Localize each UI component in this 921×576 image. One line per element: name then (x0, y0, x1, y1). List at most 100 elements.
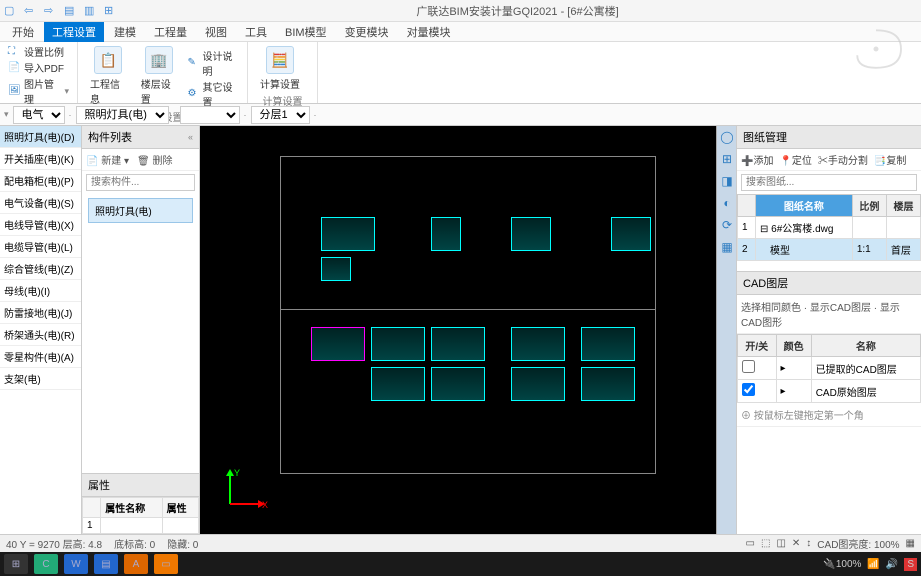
tool-icon[interactable]: ◨ (719, 174, 735, 190)
locate-button[interactable]: 📍定位 (779, 152, 811, 167)
table-row[interactable]: 2模型1:1首层 (738, 239, 921, 261)
status-icon[interactable]: ▦ (906, 538, 915, 549)
ribbon-btn[interactable]: ⚙其它设置 (188, 79, 239, 109)
status-bar: 40 Y = 9270 层高: 4.8 底标高: 0 隐藏: 0 ▭ ⬚ ◫ ✕… (0, 534, 921, 552)
panel-header: 构件列表« (82, 126, 199, 149)
menu-tab[interactable]: 视图 (197, 22, 235, 42)
cad-hint: 选择相同颜色 · 显示CAD图层 · 显示CAD图形 (737, 295, 921, 334)
svg-text:X: X (262, 500, 268, 510)
split-button[interactable]: ✂手动分割 (818, 152, 868, 167)
tree-item[interactable]: 零星构件(电)(A) (0, 346, 81, 368)
taskbar-app[interactable]: ▤ (94, 554, 118, 574)
chevron-icon[interactable]: ▾ (4, 109, 9, 120)
category-select[interactable]: 电气 (13, 106, 65, 124)
collapse-icon[interactable]: « (188, 132, 193, 142)
cad-layers-table: 开/关颜色名称 ▸已提取的CAD图层 ▸CAD原始图层 (737, 334, 921, 403)
status-icon[interactable]: ◫ (776, 538, 785, 549)
drawing-manager-panel: 图纸管理 ➕添加 📍定位 ✂手动分割 📑复制 图纸名称比例楼层 1⊟ 6#公寓楼… (736, 126, 921, 534)
drawing-canvas[interactable]: YX (200, 126, 716, 534)
taskbar-app[interactable]: ⊞ (4, 554, 28, 574)
menu-tab[interactable]: 建模 (106, 22, 144, 42)
taskbar-app[interactable]: W (64, 554, 88, 574)
battery-indicator[interactable]: 🔌100% (823, 559, 861, 570)
selector-bar: ▾ 电气 · 照明灯具(电) · · 分层1 · (0, 104, 921, 126)
qat-icon[interactable]: ⇦ (24, 4, 38, 18)
drawing-frame (280, 156, 656, 474)
qat-icon[interactable]: ⇨ (44, 4, 58, 18)
layer-checkbox[interactable] (742, 383, 755, 396)
new-button[interactable]: 📄 新建 ▾ (86, 152, 129, 167)
tree-item[interactable]: 开关插座(电)(K) (0, 148, 81, 170)
main-area: 照明灯具(电)(D) 开关插座(电)(K) 配电箱柜(电)(P) 电气设备(电)… (0, 126, 921, 534)
menu-tab[interactable]: BIM模型 (277, 22, 335, 42)
table-row[interactable]: ▸CAD原始图层 (738, 380, 921, 403)
window-title: 广联达BIM安装计量GQI2021 - [6#公寓楼] (118, 3, 917, 19)
tree-item[interactable]: 母线(电)(I) (0, 280, 81, 302)
tool-icon[interactable]: ◯ (719, 130, 735, 146)
ribbon-btn-calc-setting[interactable]: 🧮计算设置 (256, 44, 304, 93)
component-type-select[interactable]: 照明灯具(电) (76, 106, 169, 124)
cad-footer-hint: ⊕ 按鼠标左键拖定第一个角 (737, 403, 921, 427)
tool-icon[interactable]: ◐ (719, 196, 735, 212)
view-tools-strip: ◯ ⊞ ◨ ◐ ⟳ ▦ (716, 126, 736, 534)
tree-item[interactable]: 综合管线(电)(Z) (0, 258, 81, 280)
qat-icon[interactable]: ▥ (84, 4, 98, 18)
ribbon-btn[interactable]: 🖼图片管理 ▾ (8, 76, 69, 106)
component-search-input[interactable] (86, 174, 195, 191)
add-button[interactable]: ➕添加 (741, 152, 773, 167)
copy-button[interactable]: 📑复制 (874, 152, 906, 167)
status-icon[interactable]: ↕ (806, 538, 811, 549)
ribbon-btn[interactable]: 📄导入PDF (8, 60, 69, 75)
coord-readout: 40 Y = 9270 层高: 4.8 (6, 536, 102, 551)
component-tag[interactable]: 照明灯具(电) (88, 198, 193, 223)
tree-item[interactable]: 配电箱柜(电)(P) (0, 170, 81, 192)
qat-icon[interactable]: ⊞ (104, 4, 118, 18)
component-list-panel: 构件列表« 📄 新建 ▾ 🗑 删除 照明灯具(电) 属性 属性名称属性 1 (82, 126, 200, 534)
ribbon-btn-project-info[interactable]: 📋工程信息 (86, 44, 131, 108)
ribbon-btn[interactable]: ⛶设置比例 (8, 44, 69, 59)
layer-select[interactable]: 分层1 (251, 106, 310, 124)
tree-item[interactable]: 桥架通头(电)(R) (0, 324, 81, 346)
status-icon[interactable]: ▭ (746, 538, 755, 549)
layer-checkbox[interactable] (742, 360, 755, 373)
hidden-count: 隐藏: 0 (167, 536, 198, 551)
taskbar-app[interactable]: A (124, 554, 148, 574)
menu-tab[interactable]: 变更模块 (337, 22, 397, 42)
qat-icon[interactable]: ▢ (4, 4, 18, 18)
qat-icon[interactable]: ▤ (64, 4, 78, 18)
tool-icon[interactable]: ⟳ (719, 218, 735, 234)
ribbon: ⛶设置比例 📄导入PDF 🖼图片管理 ▾ 纸管理 ▾ 📋工程信息 🏢楼层设置 ✎… (0, 42, 921, 104)
menu-tab[interactable]: 工具 (237, 22, 275, 42)
drawing-table: 图纸名称比例楼层 1⊟ 6#公寓楼.dwg 2模型1:1首层 (737, 194, 921, 261)
axis-indicator: YX (220, 464, 270, 514)
menu-tab-active[interactable]: 工程设置 (44, 22, 104, 42)
status-icon[interactable]: ⬚ (761, 538, 770, 549)
menu-tab[interactable]: 工程量 (146, 22, 195, 42)
tree-item[interactable]: 电气设备(电)(S) (0, 192, 81, 214)
menu-tab[interactable]: 对量模块 (399, 22, 459, 42)
tray-icon[interactable]: S (904, 558, 917, 571)
ribbon-btn[interactable]: ✎设计说明 (188, 48, 239, 78)
delete-button[interactable]: 🗑 删除 (137, 152, 172, 167)
properties-table: 属性名称属性 1 (82, 497, 199, 534)
table-row[interactable]: ▸已提取的CAD图层 (738, 357, 921, 380)
tree-item[interactable]: 照明灯具(电)(D) (0, 126, 81, 148)
sub-select[interactable] (180, 106, 240, 124)
tray-icon[interactable]: 📶 (867, 559, 879, 570)
taskbar-app[interactable]: ▭ (154, 554, 178, 574)
table-row[interactable]: 1⊟ 6#公寓楼.dwg (738, 217, 921, 239)
ribbon-btn-floor-setting[interactable]: 🏢楼层设置 (137, 44, 182, 108)
tray-icon[interactable]: 🔊 (886, 559, 898, 570)
tree-item[interactable]: 电线导管(电)(X) (0, 214, 81, 236)
tool-icon[interactable]: ⊞ (719, 152, 735, 168)
tree-item[interactable]: 电缆导管(电)(L) (0, 236, 81, 258)
status-icon[interactable]: ✕ (792, 538, 800, 549)
tree-item[interactable]: 防雷接地(电)(J) (0, 302, 81, 324)
bottom-elevation: 底标高: 0 (114, 536, 155, 551)
cad-brightness[interactable]: CAD图亮度: 100% (817, 536, 899, 551)
menu-tab[interactable]: 开始 (4, 22, 42, 42)
tree-item[interactable]: 支架(电) (0, 368, 81, 390)
taskbar-app[interactable]: C (34, 554, 58, 574)
tool-icon[interactable]: ▦ (719, 240, 735, 256)
drawing-search-input[interactable] (741, 174, 917, 191)
